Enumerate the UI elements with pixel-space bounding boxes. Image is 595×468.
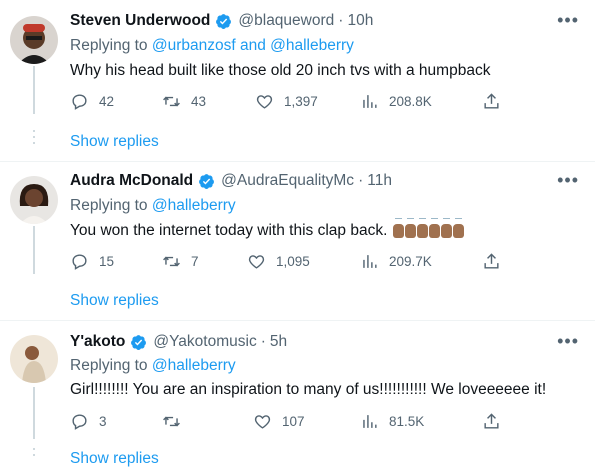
thread-dots bbox=[33, 448, 35, 460]
separator: · bbox=[338, 12, 344, 29]
verified-badge-icon bbox=[199, 173, 215, 189]
thread-line bbox=[33, 66, 35, 114]
like-button[interactable]: 1,397 bbox=[255, 92, 318, 111]
tweet-text: You won the internet today with this cla… bbox=[70, 222, 388, 239]
verified-badge-icon bbox=[131, 334, 147, 350]
display-name[interactable]: Audra McDonald bbox=[70, 172, 193, 190]
retweet-count: 7 bbox=[191, 254, 199, 269]
reply-button[interactable]: 42 bbox=[70, 92, 114, 111]
retweet-count: 43 bbox=[191, 94, 207, 109]
share-button[interactable] bbox=[482, 92, 511, 111]
avatar[interactable] bbox=[10, 176, 58, 224]
share-icon bbox=[484, 93, 499, 109]
reply-icon bbox=[72, 94, 87, 110]
mention-link[interactable]: @urbanzosf and @halleberry bbox=[152, 37, 354, 54]
display-name[interactable]: Y'akoto bbox=[70, 333, 125, 351]
retweet-icon bbox=[163, 96, 180, 107]
verified-badge-icon bbox=[216, 13, 232, 29]
view-count: 209.7K bbox=[389, 254, 432, 269]
views-button[interactable]: 208.8K bbox=[360, 92, 432, 111]
view-count: 208.8K bbox=[389, 94, 432, 109]
retweet-button[interactable] bbox=[162, 412, 191, 431]
share-icon bbox=[484, 253, 499, 269]
display-name[interactable]: Steven Underwood bbox=[70, 12, 210, 30]
show-replies-link[interactable]: Show replies bbox=[70, 133, 159, 151]
share-icon bbox=[484, 413, 499, 429]
divider bbox=[0, 320, 595, 321]
retweet-button[interactable]: 7 bbox=[162, 252, 199, 271]
tweet-header: Steven Underwood @blaqueword · 10h bbox=[70, 12, 373, 30]
avatar[interactable] bbox=[10, 16, 58, 64]
share-button[interactable] bbox=[482, 412, 511, 431]
retweet-button[interactable]: 43 bbox=[162, 92, 206, 111]
like-count: 1,397 bbox=[284, 94, 318, 109]
like-button[interactable]: 107 bbox=[253, 412, 305, 431]
reply-count: 42 bbox=[99, 94, 115, 109]
reply-count: 15 bbox=[99, 254, 115, 269]
views-icon bbox=[363, 95, 377, 108]
views-button[interactable]: 81.5K bbox=[360, 412, 424, 431]
handle[interactable]: @blaqueword bbox=[238, 12, 334, 30]
views-icon bbox=[363, 415, 377, 428]
tweet-header: Y'akoto @Yakotomusic · 5h bbox=[70, 333, 287, 351]
mention-link[interactable]: @halleberry bbox=[152, 357, 236, 374]
timestamp[interactable]: 10h bbox=[347, 12, 373, 30]
thread-line bbox=[33, 387, 35, 439]
more-icon[interactable]: ••• bbox=[557, 170, 579, 191]
reply-icon bbox=[72, 414, 87, 430]
view-count: 81.5K bbox=[389, 414, 425, 429]
thread-dots bbox=[33, 130, 35, 148]
reply-button[interactable]: 3 bbox=[70, 412, 107, 431]
clapping-hands-emoji bbox=[393, 217, 465, 238]
action-bar: 42 43 1,397 208.8K bbox=[70, 92, 510, 112]
like-count: 107 bbox=[282, 414, 305, 429]
replying-to: Replying to @halleberry bbox=[70, 197, 236, 215]
replying-to-label: Replying to bbox=[70, 357, 152, 374]
handle[interactable]: @AudraEqualityMc bbox=[221, 172, 354, 190]
action-bar: 15 7 1,095 209.7K bbox=[70, 252, 510, 272]
like-icon bbox=[256, 95, 273, 109]
views-icon bbox=[363, 255, 377, 268]
tweet-text: Girl!!!!!!!! You are an inspiration to m… bbox=[70, 381, 547, 398]
show-replies-link[interactable]: Show replies bbox=[70, 450, 159, 468]
replying-to-label: Replying to bbox=[70, 37, 152, 54]
divider bbox=[0, 161, 595, 162]
share-button[interactable] bbox=[482, 252, 511, 271]
tweet-header: Audra McDonald @AudraEqualityMc · 11h bbox=[70, 172, 392, 190]
more-icon[interactable]: ••• bbox=[557, 331, 579, 352]
mention-link[interactable]: @halleberry bbox=[152, 197, 236, 214]
replying-to: Replying to @halleberry bbox=[70, 357, 236, 375]
retweet-icon bbox=[163, 416, 180, 427]
like-icon bbox=[254, 415, 271, 429]
handle[interactable]: @Yakotomusic bbox=[153, 333, 256, 351]
action-bar: 3 107 81.5K bbox=[70, 412, 510, 432]
thread-line bbox=[33, 226, 35, 274]
tweet-text: Why his head built like those old 20 inc… bbox=[70, 62, 491, 79]
reply-icon bbox=[72, 254, 87, 270]
reply-button[interactable]: 15 bbox=[70, 252, 114, 271]
like-icon bbox=[248, 255, 265, 269]
more-icon[interactable]: ••• bbox=[557, 10, 579, 31]
tweet-text-row: You won the internet today with this cla… bbox=[70, 217, 465, 240]
replying-to: Replying to @urbanzosf and @halleberry bbox=[70, 37, 354, 55]
retweet-icon bbox=[163, 256, 180, 267]
replying-to-label: Replying to bbox=[70, 197, 152, 214]
show-replies-link[interactable]: Show replies bbox=[70, 292, 159, 310]
separator: · bbox=[260, 333, 266, 350]
reply-count: 3 bbox=[99, 414, 107, 429]
like-count: 1,095 bbox=[276, 254, 310, 269]
views-button[interactable]: 209.7K bbox=[360, 252, 432, 271]
avatar[interactable] bbox=[10, 335, 58, 383]
timestamp[interactable]: 11h bbox=[367, 172, 392, 190]
separator: · bbox=[358, 172, 364, 189]
timestamp[interactable]: 5h bbox=[270, 333, 287, 351]
like-button[interactable]: 1,095 bbox=[247, 252, 310, 271]
